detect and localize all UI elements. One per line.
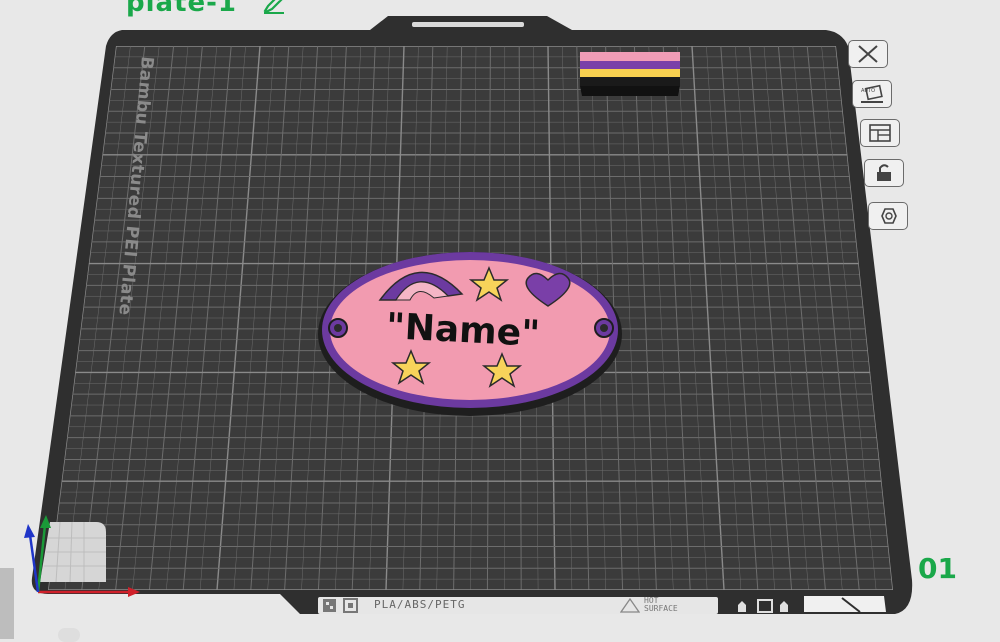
plate-info-strip: PLA/ABS/PETG HOT SURFACE bbox=[318, 597, 718, 614]
plate-top-tab-slot bbox=[412, 22, 524, 27]
bottom-right-tab bbox=[804, 596, 886, 612]
plate-number: 01 bbox=[918, 552, 957, 585]
plate-orientation-icons bbox=[738, 599, 788, 613]
auto-orient-button[interactable]: AUTO bbox=[852, 80, 892, 108]
filament-types-label: PLA/ABS/PETG bbox=[374, 598, 466, 611]
left-panel-edge bbox=[0, 568, 14, 639]
lock-plate-button[interactable] bbox=[864, 159, 904, 187]
svg-text:AUTO: AUTO bbox=[861, 88, 875, 94]
filament-swatch-object bbox=[580, 52, 680, 96]
close-icon bbox=[858, 45, 878, 63]
edit-icon[interactable] bbox=[262, 0, 286, 14]
auto-orient-icon: AUTO bbox=[861, 84, 883, 103]
qr-code-icon bbox=[323, 598, 358, 613]
model-name-text: "Name" bbox=[385, 306, 541, 355]
hot-surface-label: HOT SURFACE bbox=[644, 596, 678, 613]
plate-title[interactable]: plate-1 bbox=[126, 0, 237, 18]
plate-settings-button[interactable] bbox=[868, 202, 908, 230]
lock-icon bbox=[877, 164, 891, 181]
slicer-viewport[interactable]: Bambu Textured PEI Plate "Name" plate-1 … bbox=[0, 0, 1000, 642]
close-plate-button[interactable] bbox=[848, 40, 888, 68]
name-tag-model: "Name" bbox=[318, 252, 622, 416]
view-toggle-icon[interactable] bbox=[58, 628, 80, 642]
build-plate-render[interactable]: Bambu Textured PEI Plate "Name" bbox=[0, 0, 1000, 639]
arrange-icon bbox=[869, 124, 891, 142]
hexagon-icon bbox=[881, 208, 897, 224]
arrange-button[interactable] bbox=[860, 119, 900, 147]
warning-icon bbox=[620, 598, 640, 613]
